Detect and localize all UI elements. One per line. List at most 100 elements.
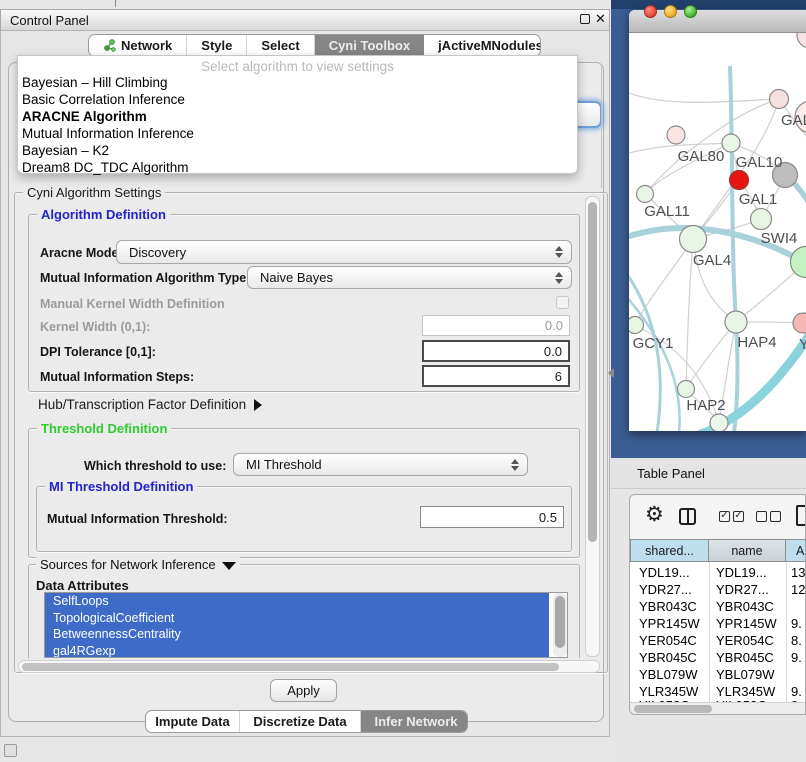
svg-text:GAL80: GAL80 [678, 148, 725, 165]
node-bottom[interactable] [710, 414, 728, 431]
dropdown-item-selected[interactable]: ARACNE Algorithm [22, 109, 147, 124]
group-border-fragment [601, 66, 602, 188]
table-panel-box: ⚙ ✓ ✓ shared... name A YDL19... YDL19...… [629, 494, 806, 715]
control-panel-titlebar [0, 9, 610, 31]
gear-icon[interactable]: ⚙ [645, 504, 664, 525]
checked-checkbox-icon[interactable]: ✓ [719, 511, 730, 522]
network-canvas[interactable]: GAL80 GAL10 GAL11 GAL1 SWI4 GAL4 GCY1 HA… [629, 33, 806, 431]
table-cell: YDR27... [716, 582, 769, 597]
unchecked-checkbox-icon[interactable] [756, 511, 767, 522]
mi-threshold-title: MI Threshold Definition [45, 479, 197, 494]
tab-style[interactable]: Style [187, 35, 247, 56]
which-threshold-label: Which threshold to use: [84, 459, 226, 473]
bottom-tabbar: Impute Data Discretize Data Infer Networ… [145, 710, 468, 733]
settings-vertical-scrollbar[interactable] [585, 196, 600, 657]
hub-definition-toggle[interactable]: Hub/Transcription Factor Definition [38, 397, 262, 412]
tab-cyni-toolbox[interactable]: Cyni Toolbox [315, 35, 424, 56]
sources-toggle[interactable]: Sources for Network Inference [36, 557, 240, 572]
mi-steps-input[interactable]: 6 [422, 365, 570, 387]
table-cell: YBR043C [639, 599, 697, 614]
table-cell: 13 [791, 565, 805, 580]
table-cell: YER054C [639, 633, 697, 648]
tab-jactivemnodules[interactable]: jActiveMNodules [424, 35, 541, 56]
node-pink-gal[interactable] [770, 90, 789, 109]
manual-kernel-checkbox[interactable] [556, 296, 569, 309]
control-panel-title: Control Panel [10, 13, 89, 28]
checked-checkbox-icon[interactable]: ✓ [733, 511, 744, 522]
node-red[interactable] [730, 171, 749, 190]
node-pink-y[interactable] [793, 313, 806, 333]
node-gal4[interactable] [680, 226, 707, 253]
zoom-traffic-light[interactable] [684, 5, 697, 18]
tab-infer-network[interactable]: Infer Network [361, 711, 468, 732]
mi-type-select[interactable]: Naive Bayes [247, 266, 572, 289]
which-threshold-select[interactable]: MI Threshold [233, 453, 528, 476]
document-icon[interactable] [796, 505, 806, 526]
column-header-shared-name[interactable]: shared... [630, 539, 709, 562]
dropdown-item[interactable]: Basic Correlation Inference [22, 92, 185, 107]
dpi-tolerance-label: DPI Tolerance [0,1]: [40, 345, 156, 359]
list-item-selected[interactable]: gal4RGexp [45, 643, 549, 659]
list-vertical-scrollbar[interactable] [553, 593, 567, 657]
node-big-green[interactable] [791, 247, 806, 278]
dropdown-item[interactable]: Dream8 DC_TDC Algorithm [22, 160, 189, 175]
list-item-selected[interactable]: TopologicalCoefficient [45, 610, 549, 627]
tab-network[interactable]: Network [89, 35, 187, 56]
close-traffic-light[interactable] [644, 5, 657, 18]
node-gal1[interactable] [751, 209, 772, 230]
apply-button[interactable]: Apply [270, 679, 337, 702]
column-header-name[interactable]: name [709, 539, 786, 562]
panel-grip-icon[interactable] [4, 744, 17, 757]
algorithm-definition-title: Algorithm Definition [37, 207, 170, 222]
kernel-width-label: Kernel Width (0,1): [40, 320, 150, 334]
dropdown-placeholder: Select algorithm to view settings [18, 59, 577, 74]
data-attributes-list[interactable]: SelfLoops TopologicalCoefficient Between… [44, 592, 568, 658]
column-divider [786, 562, 787, 702]
columns-icon[interactable] [679, 508, 696, 525]
table-body[interactable]: YDL19... YDL19... 13 YDR27... YDR27... 1… [630, 562, 806, 702]
node-gal11[interactable] [637, 186, 654, 203]
list-item-selected[interactable]: BetweennessCentrality [45, 626, 549, 643]
svg-text:GAL11: GAL11 [644, 203, 690, 220]
column-divider [709, 562, 710, 702]
splitter-handle[interactable] [608, 368, 614, 378]
dpi-tolerance-input[interactable]: 0.0 [422, 340, 570, 362]
tab-network-label: Network [121, 38, 172, 53]
which-threshold-value: MI Threshold [246, 457, 322, 472]
threshold-definition-title: Threshold Definition [37, 421, 171, 436]
column-header-partial[interactable]: A [786, 539, 806, 562]
table-cell: YBR045C [639, 650, 697, 665]
list-item-selected[interactable]: SelfLoops [45, 593, 549, 610]
aracne-mode-select[interactable]: Discovery [116, 240, 572, 264]
node-hap4[interactable] [725, 311, 747, 333]
table-cell: 9. [791, 684, 802, 699]
table-cell: YDL19... [716, 565, 767, 580]
unchecked-checkbox-icon[interactable] [770, 511, 781, 522]
tab-select[interactable]: Select [247, 35, 314, 56]
table-cell: YLR345W [716, 684, 775, 699]
dropdown-item[interactable]: Bayesian – K2 [22, 143, 109, 158]
close-panel-icon[interactable]: ✕ [595, 11, 606, 27]
expand-down-icon [222, 562, 236, 570]
dropdown-item[interactable]: Mutual Information Inference [22, 126, 194, 141]
settings-horizontal-scrollbar[interactable] [18, 660, 600, 673]
node-pink-left[interactable] [667, 126, 685, 144]
dropdown-item[interactable]: Bayesian – Hill Climbing [22, 75, 168, 90]
node-partial-topright[interactable] [797, 33, 806, 48]
table-cell: YBR045C [716, 650, 774, 665]
table-horizontal-scrollbar[interactable] [630, 702, 806, 715]
table-cell: YBR043C [716, 599, 774, 614]
algorithm-dropdown-popup: Select algorithm to view settings Bayesi… [17, 55, 578, 174]
node-hap2[interactable] [678, 381, 695, 398]
mi-threshold-input[interactable]: 0.5 [420, 506, 564, 528]
tab-discretize-data[interactable]: Discretize Data [240, 711, 361, 732]
node-gcy1[interactable] [629, 317, 644, 334]
table-panel-title: Table Panel [637, 466, 705, 481]
minimize-traffic-light[interactable] [664, 5, 677, 18]
kernel-width-input[interactable]: 0.0 [422, 315, 570, 336]
table-cell: YDR27... [639, 582, 692, 597]
data-attributes-label: Data Attributes [36, 578, 129, 593]
float-panel-icon[interactable] [580, 14, 590, 24]
tab-impute-data[interactable]: Impute Data [146, 711, 240, 732]
node-green-top[interactable] [722, 134, 740, 152]
